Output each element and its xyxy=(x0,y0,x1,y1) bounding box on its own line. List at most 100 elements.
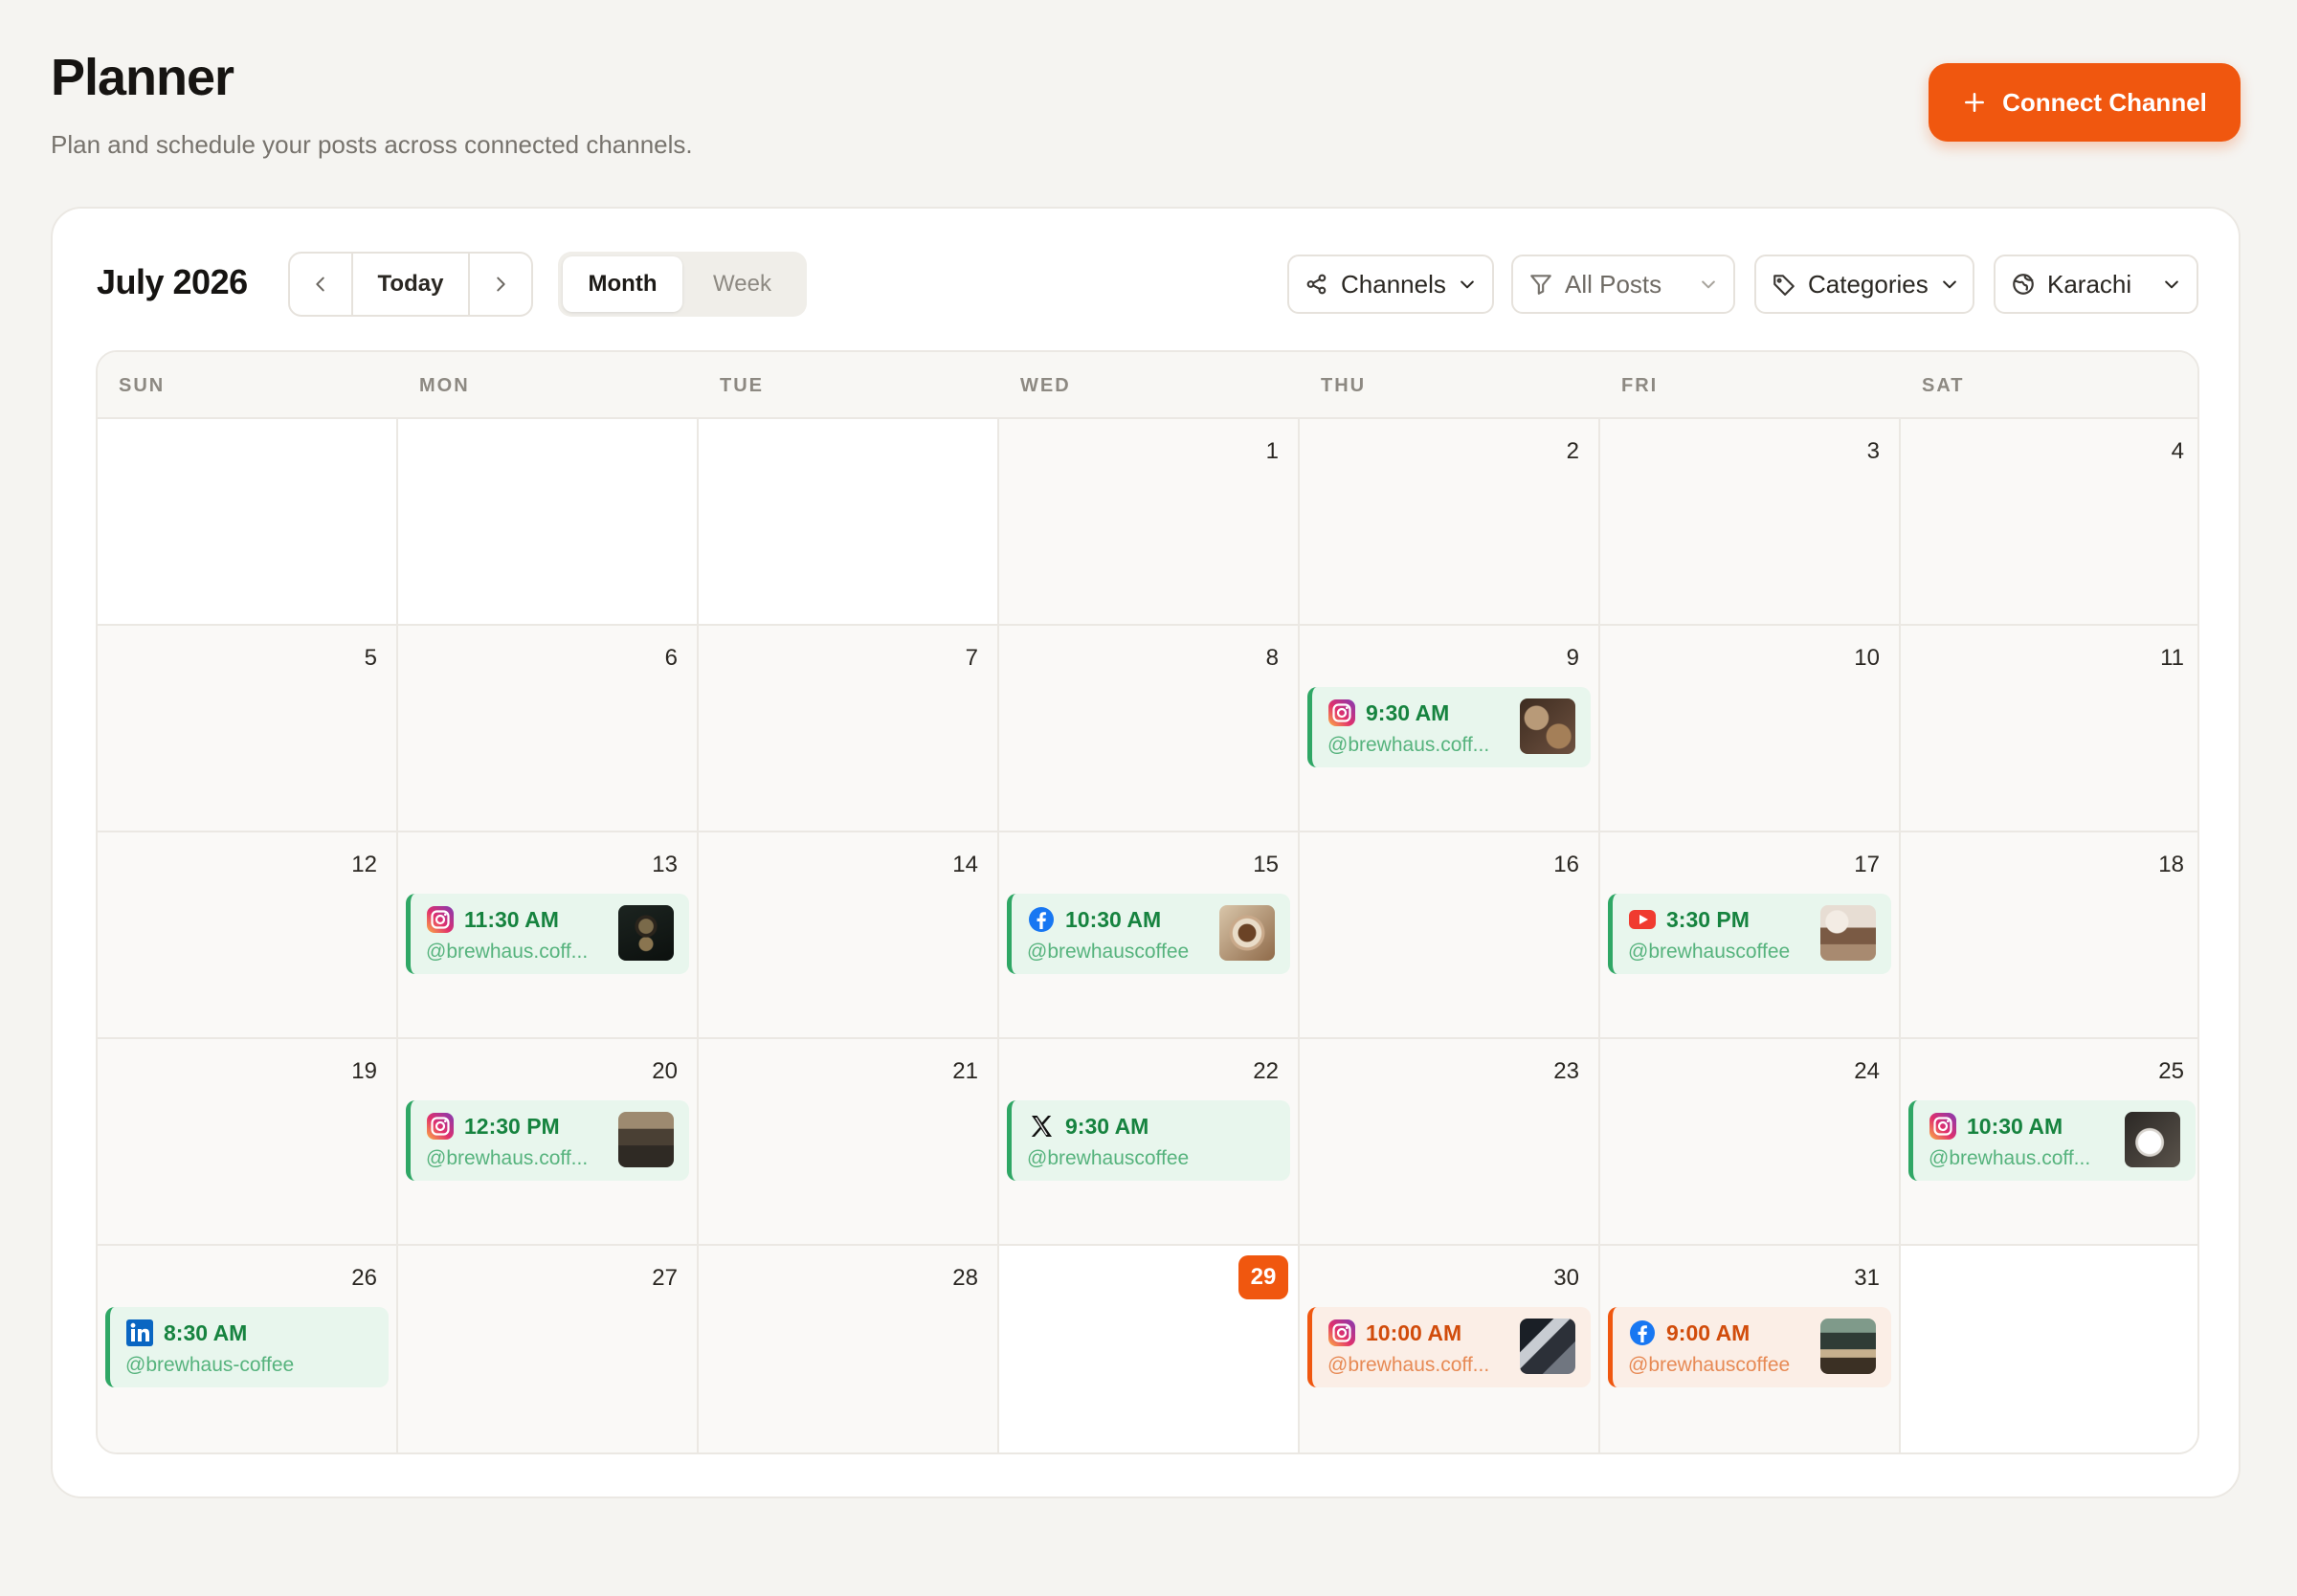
calendar-day-29[interactable]: 29 xyxy=(999,1246,1300,1452)
calendar-day-14[interactable]: 14 xyxy=(699,832,999,1039)
next-month-button[interactable] xyxy=(470,254,531,315)
calendar-day-12[interactable]: 12 xyxy=(98,832,398,1039)
calendar-day-15[interactable]: 15 10:30 AM @brewhauscoffee xyxy=(999,832,1300,1039)
scheduled-post[interactable]: 12:30 PM @brewhaus.coff... xyxy=(406,1100,689,1181)
facebook-icon xyxy=(1628,1319,1657,1347)
month-view-tab[interactable]: Month xyxy=(563,256,682,312)
post-handle: @brewhaus.coff... xyxy=(1327,1354,1490,1376)
connect-channel-label: Connect Channel xyxy=(2002,87,2207,117)
chevron-down-icon xyxy=(1699,275,1718,294)
globe-icon xyxy=(2011,272,2036,297)
day-number: 31 xyxy=(1854,1265,1880,1291)
channels-filter[interactable]: Channels xyxy=(1287,255,1494,314)
page-title: Planner xyxy=(51,49,234,106)
calendar-day-13[interactable]: 13 11:30 AM @brewhaus.coff... xyxy=(398,832,699,1039)
calendar-day-5[interactable]: 5 xyxy=(98,626,398,832)
post-thumbnail xyxy=(1820,905,1876,961)
scheduled-post[interactable]: 3:30 PM @brewhauscoffee xyxy=(1608,894,1891,974)
post-thumbnail xyxy=(2125,1112,2180,1167)
day-number: 8 xyxy=(1265,645,1279,671)
calendar-day-1[interactable]: 1 xyxy=(999,419,1300,626)
post-handle: @brewhaus-coffee xyxy=(125,1354,295,1376)
calendar-day-7[interactable]: 7 xyxy=(699,626,999,832)
scheduled-post[interactable]: 9:00 AM @brewhauscoffee xyxy=(1608,1307,1891,1387)
connect-channel-button[interactable]: Connect Channel xyxy=(1929,63,2241,142)
calendar-day-25[interactable]: 25 10:30 AM @brewhaus.coff... xyxy=(1901,1039,2197,1246)
posts-filter[interactable]: All Posts xyxy=(1511,255,1735,314)
calendar-day-16[interactable]: 16 xyxy=(1300,832,1600,1039)
weekday-wed: WED xyxy=(1020,374,1071,396)
view-toggle: Month Week xyxy=(558,252,807,317)
calendar-day-19[interactable]: 19 xyxy=(98,1039,398,1246)
page-subtitle: Plan and schedule your posts across conn… xyxy=(51,130,693,159)
post-time: 10:30 AM xyxy=(1065,907,1162,932)
calendar-day-3[interactable]: 3 xyxy=(1600,419,1901,626)
instagram-icon xyxy=(1327,698,1356,727)
today-button[interactable]: Today xyxy=(351,254,470,315)
scheduled-post[interactable]: 9:30 AM @brewhaus.coff... xyxy=(1307,687,1591,767)
calendar-day-9[interactable]: 9 9:30 AM @brewhaus.coff... xyxy=(1300,626,1600,832)
calendar-day-23[interactable]: 23 xyxy=(1300,1039,1600,1246)
calendar-day-26[interactable]: 26 8:30 AM @brewhaus-coffee xyxy=(98,1246,398,1452)
day-number: 12 xyxy=(351,852,377,877)
linkedin-icon xyxy=(125,1319,154,1347)
day-number: 27 xyxy=(652,1265,678,1291)
post-handle: @brewhaus.coff... xyxy=(426,1147,589,1169)
week-view-tab[interactable]: Week xyxy=(682,256,802,312)
calendar-day-27[interactable]: 27 xyxy=(398,1246,699,1452)
calendar-day-20[interactable]: 20 12:30 PM @brewhaus.coff... xyxy=(398,1039,699,1246)
calendar-day-22[interactable]: 22 9:30 AM @brewhauscoffee xyxy=(999,1039,1300,1246)
calendar-day-8[interactable]: 8 xyxy=(999,626,1300,832)
post-time: 8:30 AM xyxy=(164,1320,248,1345)
post-time: 10:00 AM xyxy=(1366,1320,1462,1345)
day-number: 13 xyxy=(652,852,678,877)
timezone-filter[interactable]: Karachi xyxy=(1994,255,2198,314)
calendar-day-17[interactable]: 17 3:30 PM @brewhauscoffee xyxy=(1600,832,1901,1039)
calendar-day-4[interactable]: 4 xyxy=(1901,419,2197,626)
calendar-day-empty[interactable] xyxy=(1901,1246,2197,1452)
x-icon xyxy=(1027,1112,1056,1141)
calendar-day-6[interactable]: 6 xyxy=(398,626,699,832)
day-number: 5 xyxy=(364,645,377,671)
youtube-icon xyxy=(1628,905,1657,934)
calendar-day-2[interactable]: 2 xyxy=(1300,419,1600,626)
calendar-day-empty[interactable] xyxy=(699,419,999,626)
post-time: 9:30 AM xyxy=(1065,1114,1149,1139)
scheduled-post[interactable]: 10:30 AM @brewhauscoffee xyxy=(1007,894,1290,974)
posts-filter-label: All Posts xyxy=(1565,269,1662,299)
month-calendar-grid: SUN MON TUE WED THU FRI SAT 1 2 3 4 5 6 7 8 9 9:30 AM @b… xyxy=(96,350,2199,1454)
post-thumbnail xyxy=(1520,698,1575,754)
post-time: 11:30 AM xyxy=(464,907,559,932)
scheduled-post[interactable]: 9:30 AM @brewhauscoffee xyxy=(1007,1100,1290,1181)
calendar-day-18[interactable]: 18 xyxy=(1901,832,2197,1039)
calendar-day-empty[interactable] xyxy=(98,419,398,626)
calendar-day-24[interactable]: 24 xyxy=(1600,1039,1901,1246)
scheduled-post[interactable]: 10:00 AM @brewhaus.coff... xyxy=(1307,1307,1591,1387)
calendar-day-28[interactable]: 28 xyxy=(699,1246,999,1452)
day-number: 22 xyxy=(1253,1058,1279,1084)
scheduled-post[interactable]: 11:30 AM @brewhaus.coff... xyxy=(406,894,689,974)
day-number: 21 xyxy=(952,1058,978,1084)
day-number: 19 xyxy=(351,1058,377,1084)
planner-card: July 2026 Today Month Week Channels All … xyxy=(51,207,2241,1498)
day-number: 28 xyxy=(952,1265,978,1291)
scheduled-post[interactable]: 10:30 AM @brewhaus.coff... xyxy=(1908,1100,2196,1181)
prev-month-button[interactable] xyxy=(290,254,351,315)
calendar-day-31[interactable]: 31 9:00 AM @brewhauscoffee xyxy=(1600,1246,1901,1452)
day-number: 20 xyxy=(652,1058,678,1084)
day-number: 26 xyxy=(351,1265,377,1291)
month-label: July 2026 xyxy=(97,262,248,301)
day-number: 3 xyxy=(1866,438,1880,464)
categories-filter[interactable]: Categories xyxy=(1754,255,1974,314)
channels-filter-label: Channels xyxy=(1341,269,1446,299)
calendar-day-11[interactable]: 11 xyxy=(1901,626,2197,832)
calendar-day-10[interactable]: 10 xyxy=(1600,626,1901,832)
instagram-icon xyxy=(426,905,455,934)
calendar-day-30[interactable]: 30 10:00 AM @brewhaus.coff... xyxy=(1300,1246,1600,1452)
scheduled-post[interactable]: 8:30 AM @brewhaus-coffee xyxy=(105,1307,389,1387)
calendar-day-empty[interactable] xyxy=(398,419,699,626)
post-time: 10:30 AM xyxy=(1967,1114,2063,1139)
calendar-day-21[interactable]: 21 xyxy=(699,1039,999,1246)
day-number: 2 xyxy=(1566,438,1579,464)
post-handle: @brewhaus.coff... xyxy=(426,941,589,963)
